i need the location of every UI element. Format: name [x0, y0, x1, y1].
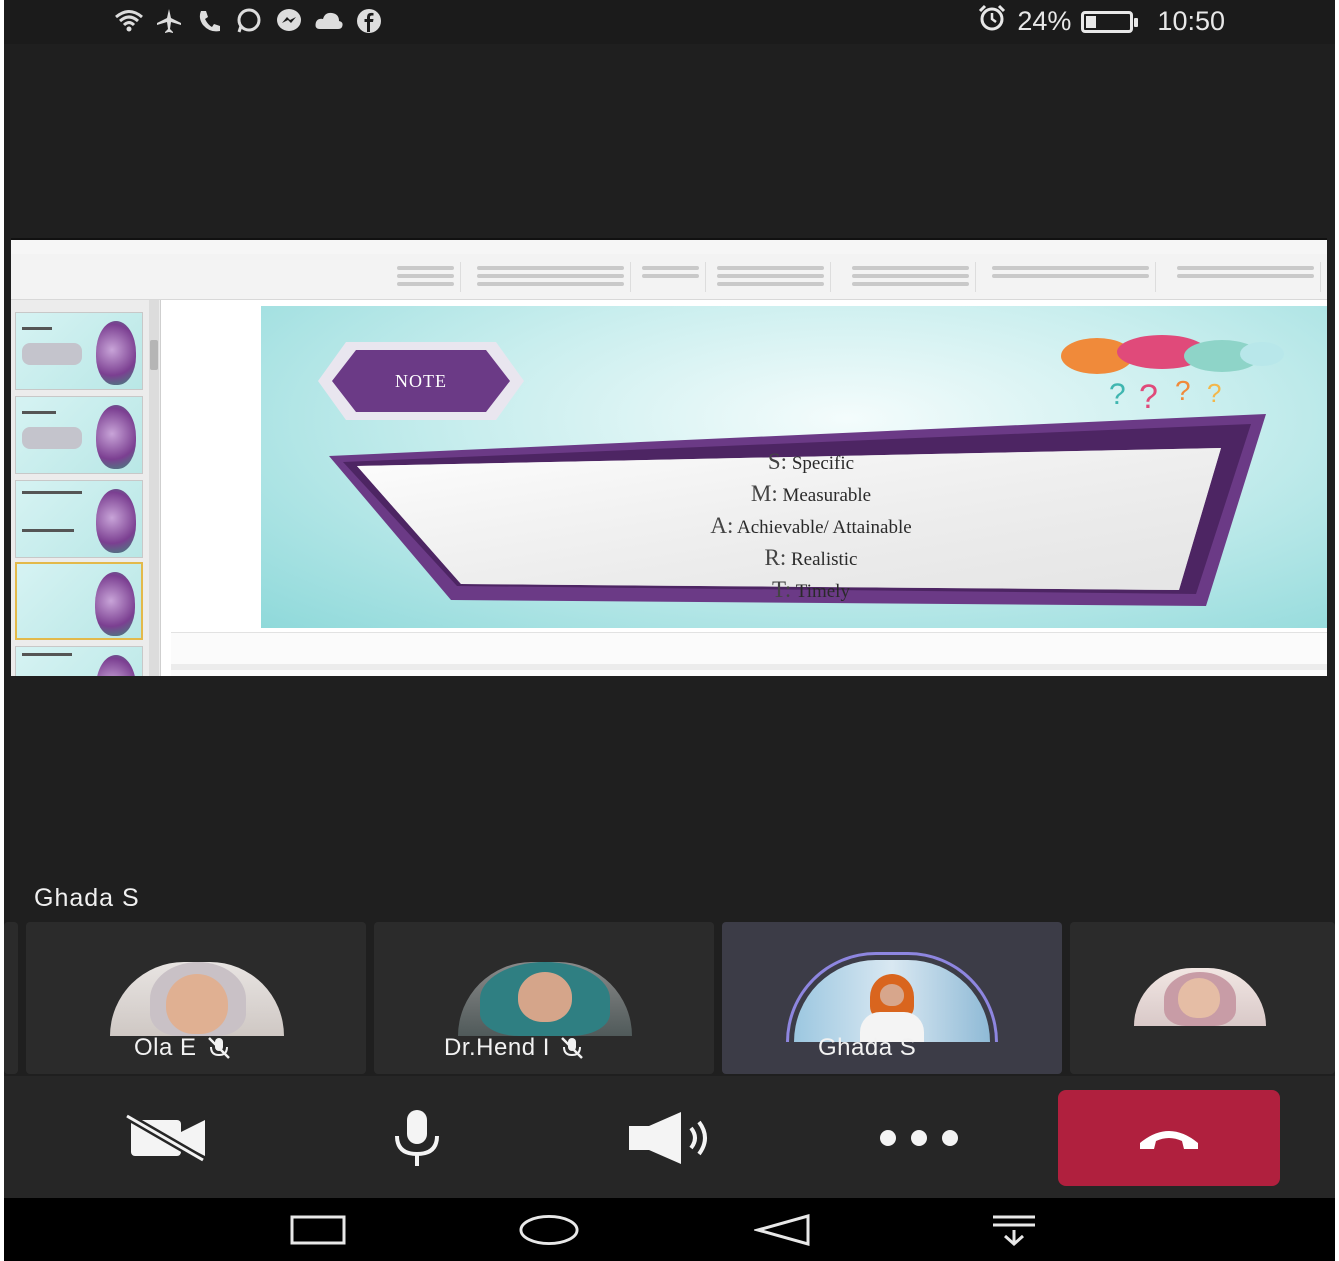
active-speaker-name: Ghada S	[34, 884, 140, 912]
participant-name: Ola E	[134, 1034, 231, 1062]
mic-muted-icon	[207, 1036, 231, 1060]
android-navigation-bar	[4, 1198, 1335, 1261]
battery-percent: 24%	[1017, 6, 1072, 36]
recent-apps-button[interactable]	[288, 1212, 348, 1248]
participant-tile[interactable]: Dr.Hend I	[374, 922, 714, 1074]
cloud-icon	[314, 6, 344, 36]
avatar	[458, 962, 632, 1036]
mic-muted-icon	[560, 1036, 584, 1060]
video-off-icon	[124, 1114, 206, 1162]
current-slide: NOTE ? ? ? ? S: Specific M: Measurable A…	[261, 306, 1327, 628]
notification-drawer-icon	[993, 1215, 1035, 1246]
back-icon	[754, 1214, 810, 1246]
recent-apps-icon	[290, 1215, 346, 1245]
participant-name: Ghada S	[818, 1034, 917, 1061]
svg-text:?: ?	[1175, 375, 1191, 406]
smart-item-a: A: Achievable/ Attainable	[710, 513, 912, 538]
audio-output-button[interactable]	[608, 1090, 730, 1186]
more-icon	[880, 1130, 958, 1146]
slide-thumbnail-current[interactable]	[15, 562, 143, 640]
note-badge: NOTE	[395, 370, 447, 391]
home-icon	[519, 1215, 579, 1245]
alarm-icon	[977, 4, 1007, 39]
slide-thumbnail[interactable]	[15, 396, 143, 474]
status-icons	[114, 6, 384, 36]
notification-drawer-button[interactable]	[984, 1212, 1044, 1248]
more-options-button[interactable]	[858, 1090, 980, 1186]
slide-thumbnails[interactable]	[11, 300, 161, 676]
call-controls	[4, 1076, 1335, 1198]
svg-text:?: ?	[1139, 378, 1158, 414]
slide-thumbnail[interactable]	[15, 480, 143, 558]
ppt-title-bar	[11, 240, 1327, 254]
microphone-button[interactable]	[356, 1090, 478, 1186]
phone-icon	[194, 6, 224, 36]
shared-screen[interactable]: NOTE ? ? ? ? S: Specific M: Measurable A…	[11, 238, 1327, 676]
battery-fill	[1086, 15, 1097, 28]
home-button[interactable]	[519, 1212, 579, 1248]
smart-item-s: S: Specific	[767, 449, 855, 474]
ppt-ribbon	[11, 254, 1327, 300]
participant-tile[interactable]	[1070, 922, 1335, 1074]
avatar	[794, 960, 990, 1042]
microphone-icon	[395, 1110, 439, 1166]
horizontal-scrollbar[interactable]	[171, 664, 1327, 670]
slide-thumbnail[interactable]	[15, 646, 143, 676]
status-right: 24% 10:50	[977, 4, 1225, 39]
thumbnail-scrollbar[interactable]	[149, 300, 159, 676]
battery-icon	[1081, 10, 1139, 33]
hang-up-icon	[1140, 1131, 1198, 1149]
airplane-icon	[154, 6, 184, 36]
smart-item-t: T: Timely	[772, 577, 850, 602]
svg-text:?: ?	[1207, 378, 1221, 408]
speaker-icon	[629, 1112, 707, 1164]
clock: 10:50	[1157, 6, 1225, 36]
smart-item-m: M: Measurable	[750, 481, 872, 506]
participant-strip[interactable]: Ola E Dr.Hend I Ghada S	[4, 922, 1335, 1074]
hang-up-button[interactable]	[1058, 1090, 1280, 1186]
slide-thumbnail[interactable]	[15, 312, 143, 390]
participant-tile-active[interactable]: Ghada S	[722, 922, 1062, 1074]
wifi-icon	[114, 6, 144, 36]
smart-item-r: R: Realistic	[764, 545, 858, 570]
avatar	[1134, 968, 1266, 1026]
facebook-icon	[354, 6, 384, 36]
smart-goals-list: S: Specific M: Measurable A: Achievable/…	[601, 446, 1021, 606]
participant-tile[interactable]: Ola E	[26, 922, 366, 1074]
camera-toggle-button[interactable]	[104, 1090, 226, 1186]
participant-name: Dr.Hend I	[444, 1034, 584, 1062]
messenger-icon	[274, 6, 304, 36]
whatsapp-icon	[234, 6, 264, 36]
speech-bubbles-graphic: ? ? ? ?	[1061, 335, 1284, 414]
teams-meeting-app: 24% 10:50 NOTE ? ? ? ? S: Specific M: Me…	[4, 0, 1335, 1261]
status-bar: 24% 10:50	[4, 0, 1335, 44]
avatar	[110, 962, 284, 1036]
svg-text:?: ?	[1109, 378, 1126, 411]
back-button[interactable]	[752, 1212, 812, 1248]
participant-tile-partial[interactable]	[4, 922, 18, 1074]
